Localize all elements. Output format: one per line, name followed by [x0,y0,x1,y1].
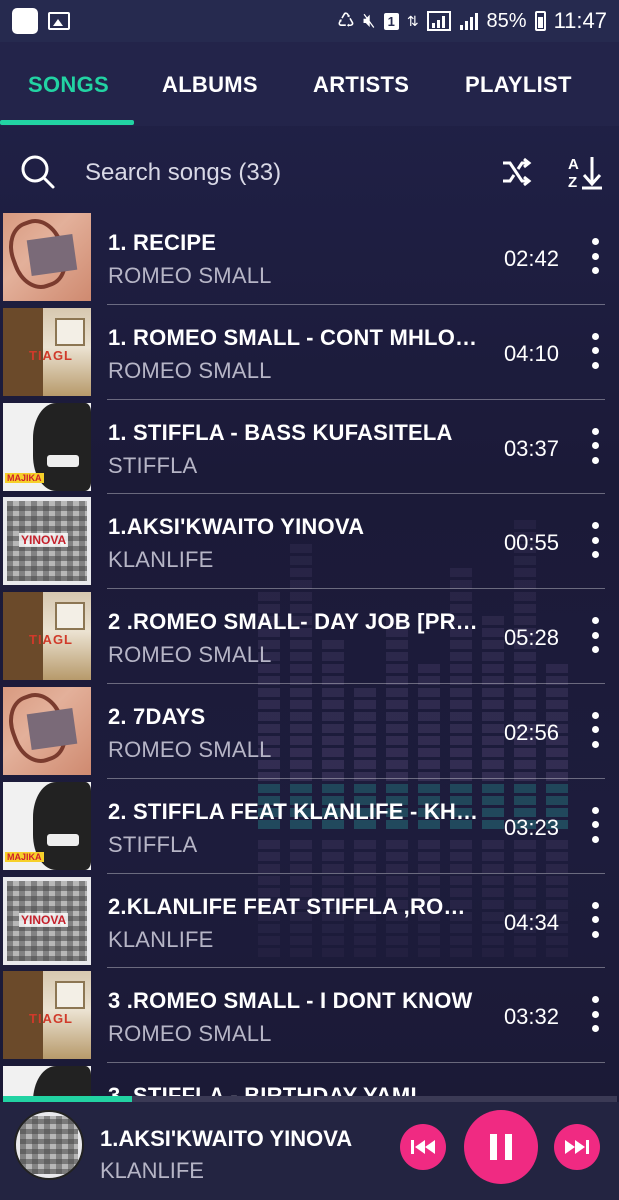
song-row[interactable]: TIAGL 3 .ROMEO SMALL - I DONT KNOW ROMEO S… [0,968,619,1064]
tab-bar: SONGS ALBUMS ARTISTS PLAYLIST [0,42,619,126]
song-title: 1. STIFFLA - BASS KUFASITELA [108,419,453,445]
song-duration: 03:37 [503,435,559,461]
now-playing-title: 1.AKSI'KWAITO YINOVA [100,1126,353,1151]
song-duration: 00:55 [503,530,559,556]
song-artwork: YINOVA [3,497,91,586]
more-options-icon[interactable] [589,427,601,464]
song-title: 2.KLANLIFE FEAT STIFFLA ,ROMEO [108,893,478,919]
sort-az-icon[interactable]: A Z [566,154,604,190]
song-title: 2. 7DAYS [108,703,206,729]
song-artwork: YINOVA [3,876,91,965]
song-title: 1. RECIPE [108,230,217,255]
song-artist: ROMEO SMALL [108,357,272,383]
song-row[interactable]: YINOVA 1.AKSI'KWAITO YINOVA KLANLIFE 00:55 [0,494,619,590]
song-artwork: TIAGL [3,592,91,681]
mini-player[interactable]: 1.AKSI'KWAITO YINOVA KLANLIFE [0,1102,619,1200]
recycle-icon: ♺ [337,10,355,32]
signal-icon [426,11,451,31]
tab-songs[interactable]: SONGS [28,72,109,98]
song-duration: 03:32 [503,1004,559,1030]
song-title: 2. STIFFLA FEAT KLANLIFE - KHONA [108,798,478,824]
data-transfer-icon: ⇅ [406,13,419,29]
pause-icon [490,1134,512,1160]
song-artwork [3,686,91,775]
mute-icon: 🔇︎ [362,10,376,32]
song-title: 1.AKSI'KWAITO YINOVA [108,514,365,540]
music-player-app: ♺ 🔇︎ 1 ⇅ 85% 11:47 SONGS ALBUMS ARTISTS … [0,0,619,1200]
status-bar: ♺ 🔇︎ 1 ⇅ 85% 11:47 [0,0,619,42]
song-artist: ROMEO SMALL [108,736,272,762]
svg-text:Z: Z [568,174,577,190]
now-playing-artwork [14,1110,84,1180]
battery-icon [534,11,546,31]
song-artwork: TIAGL [3,971,91,1060]
tab-playlist[interactable]: PLAYLIST [465,72,572,98]
song-artwork: MAJIKA [3,781,91,870]
more-options-icon[interactable] [589,617,601,654]
pause-button[interactable] [464,1110,538,1184]
search-icon[interactable] [20,154,56,190]
next-button[interactable] [554,1124,600,1170]
song-artist: KLANLIFE [108,926,214,952]
song-artist: STIFFLA [108,831,198,857]
song-artist: KLANLIFE [108,547,214,573]
song-duration: 03:23 [503,814,559,840]
app-notification-icon [12,8,38,34]
song-artist: ROMEO SMALL [108,263,272,288]
more-options-icon[interactable] [589,996,601,1033]
song-artwork: TIAGL [3,307,91,396]
search-row: Search songs (33) A Z [0,126,619,210]
shuffle-icon[interactable] [500,156,532,188]
song-artist: ROMEO SMALL [108,1021,272,1047]
song-title: 3 .ROMEO SMALL - I DONT KNOW [108,988,473,1014]
search-songs-field[interactable]: Search songs (33) [85,159,281,187]
song-artist: ROMEO SMALL [108,642,272,668]
more-options-icon[interactable] [589,711,601,748]
previous-icon [411,1140,435,1154]
more-options-icon[interactable] [589,522,601,559]
song-artist: STIFFLA [108,452,198,478]
song-duration: 02:56 [503,719,559,745]
song-row[interactable]: MAJIKA 1. STIFFLA - BASS KUFASITELA STIFFL… [0,400,619,495]
song-duration: 02:42 [503,246,559,271]
song-row[interactable]: YINOVA 2.KLANLIFE FEAT STIFFLA ,ROMEO KLAN… [0,874,619,969]
song-row[interactable]: MAJIKA 2. STIFFLA FEAT KLANLIFE - KHONA ST… [0,779,619,874]
previous-button[interactable] [400,1124,446,1170]
song-row[interactable]: TIAGL 1. ROMEO SMALL - CONT MHLOPHE ROMEO … [0,305,619,400]
song-artwork [3,213,91,301]
song-title: 2 .ROMEO SMALL- DAY JOB [PROD] [108,609,478,635]
song-duration: 04:10 [503,340,559,366]
battery-percent: 85% [486,9,527,32]
sim-badge: 1 [383,12,399,30]
song-row[interactable]: 2. 7DAYS ROMEO SMALL 02:56 [0,684,619,779]
song-duration: 05:28 [503,625,559,651]
song-artwork: MAJIKA [3,402,91,491]
more-options-icon[interactable] [589,901,601,938]
next-icon [565,1140,589,1154]
song-duration: 04:34 [503,909,559,935]
song-list: 1. RECIPE ROMEO SMALL 02:42 TIAGL 1. ROMEO S… [0,210,619,1158]
more-options-icon[interactable] [589,332,601,369]
svg-text:A: A [568,156,579,173]
tab-artists[interactable]: ARTISTS [313,72,409,98]
song-row[interactable]: 1. RECIPE ROMEO SMALL 02:42 [0,210,619,305]
image-notification-icon [48,12,70,30]
now-playing-artist: KLANLIFE [100,1158,204,1183]
clock: 11:47 [553,8,607,33]
active-tab-indicator [0,120,134,125]
more-options-icon[interactable] [589,238,601,274]
signal-strength-icon [459,13,478,30]
song-title: 1. ROMEO SMALL - CONT MHLOPHE [108,324,478,350]
song-row[interactable]: TIAGL 2 .ROMEO SMALL- DAY JOB [PROD] ROMEO… [0,589,619,684]
more-options-icon[interactable] [589,806,601,843]
tab-albums[interactable]: ALBUMS [162,72,258,98]
